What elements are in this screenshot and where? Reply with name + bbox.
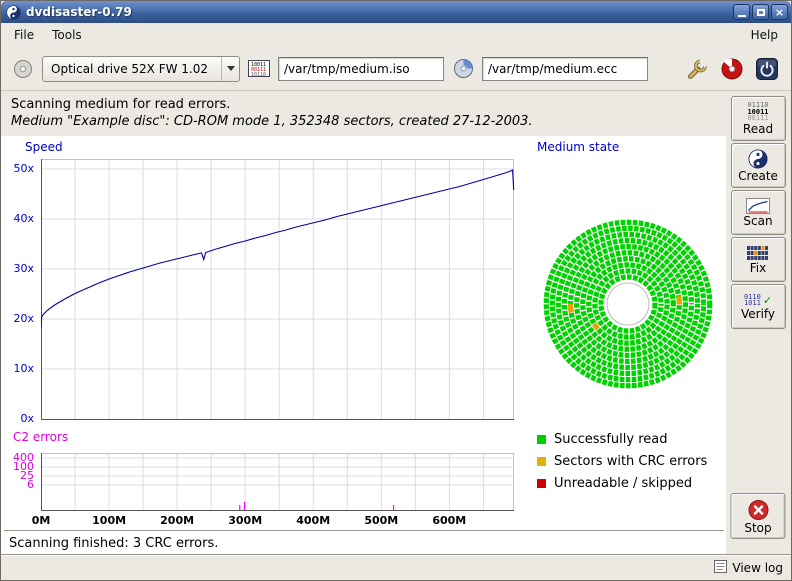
svg-text:10110: 10110: [251, 72, 266, 77]
legend: Successfully read Sectors with CRC errors…: [537, 428, 707, 494]
iso-file-icon: 10011 00111 10110: [247, 57, 271, 81]
speed-chart: [41, 159, 515, 421]
wrench-icon: [686, 58, 708, 80]
legend-item: Sectors with CRC errors: [537, 450, 707, 472]
speed-y-tick: 20x: [13, 313, 34, 325]
toolbar: Optical drive 52X FW 1.02 10011 00111 10…: [1, 47, 791, 91]
separator: [4, 530, 724, 532]
minimize-button[interactable]: [733, 4, 750, 20]
chart-panel: Speed Medium state C2 errors 50x 40x 30x 20…: [1, 136, 727, 554]
minimize-icon: [738, 15, 746, 17]
log-icon: [714, 560, 727, 576]
create-label: Create: [738, 170, 778, 182]
fix-button[interactable]: Fix: [731, 237, 786, 282]
read-label: Read: [743, 123, 773, 135]
menubar: File Tools Help: [1, 23, 791, 47]
legend-swatch: [537, 435, 546, 444]
scan-icon: [746, 198, 770, 214]
stop-icon: [747, 499, 769, 521]
ecc-file-icon: [451, 57, 475, 81]
scan-button[interactable]: Scan: [731, 190, 786, 235]
stop-button[interactable]: Stop: [731, 493, 786, 539]
iso-path-input[interactable]: [278, 57, 444, 81]
status-line2: Medium "Example disc": CD-ROM mode 1, 35…: [11, 113, 717, 130]
c2-errors-chart: [41, 453, 515, 512]
c2-y-axis: 400100256: [1, 453, 37, 512]
stop-label: Stop: [744, 522, 771, 534]
speed-chart-title: Speed: [25, 140, 63, 154]
app-window: dvdisaster-0.79 × File Tools Help Optica…: [0, 0, 792, 581]
speed-y-tick: 30x: [13, 263, 34, 275]
view-log-label: View log: [732, 561, 783, 575]
legend-item: Unreadable / skipped: [537, 472, 707, 494]
status-message-area: Scanning medium for read errors. Medium …: [1, 91, 727, 136]
legend-swatch: [537, 479, 546, 488]
speed-y-axis: 50x40x30x20x10x0x: [1, 159, 37, 421]
x-tick: 500M: [364, 514, 398, 527]
action-sidebar: 011101001100111Read Create Scan Fix 01101011…: [726, 91, 790, 554]
x-tick: 300M: [228, 514, 262, 527]
read-icon: 011101001100111: [747, 102, 768, 122]
app-icon: [6, 5, 21, 20]
preferences-button[interactable]: [683, 55, 711, 83]
power-icon: [755, 57, 779, 81]
view-log-button[interactable]: View log: [714, 560, 783, 576]
dvdisaster-logo-button[interactable]: [718, 55, 746, 83]
scan-label: Scan: [743, 215, 772, 227]
speed-y-tick: 10x: [13, 363, 34, 375]
c2-chart-title: C2 errors: [13, 430, 68, 444]
legend-item: Successfully read: [537, 428, 707, 450]
close-button[interactable]: ×: [771, 4, 788, 20]
statusbar: View log: [1, 554, 791, 580]
menu-file[interactable]: File: [5, 24, 43, 46]
x-axis: 0M100M200M300M400M500M600M: [41, 514, 515, 528]
read-button[interactable]: 011101001100111Read: [731, 96, 786, 141]
x-tick: 600M: [432, 514, 466, 527]
c2-y-tick: 6: [27, 479, 34, 491]
window-title: dvdisaster-0.79: [26, 5, 728, 19]
medium-state-title: Medium state: [537, 140, 619, 154]
x-tick: 100M: [92, 514, 126, 527]
x-tick: 200M: [160, 514, 194, 527]
menu-tools[interactable]: Tools: [43, 24, 91, 46]
chevron-down-icon: [221, 57, 239, 81]
red-disc-icon: [720, 57, 744, 81]
verify-icon: 01101011✓: [744, 294, 772, 307]
maximize-icon: [757, 9, 765, 16]
x-tick: 400M: [296, 514, 330, 527]
create-icon: [748, 149, 768, 169]
verify-label: Verify: [741, 308, 775, 320]
speed-y-tick: 40x: [13, 213, 34, 225]
legend-label: Unreadable / skipped: [554, 476, 692, 491]
legend-label: Sectors with CRC errors: [554, 454, 707, 469]
ecc-path-input[interactable]: [482, 57, 648, 81]
menu-help[interactable]: Help: [742, 24, 787, 46]
scan-result-text: Scanning finished: 3 CRC errors.: [9, 536, 218, 551]
legend-label: Successfully read: [554, 432, 667, 447]
drive-icon: [11, 57, 35, 81]
speed-y-tick: 0x: [20, 413, 34, 425]
x-tick: 0M: [32, 514, 51, 527]
drive-select-value: Optical drive 52X FW 1.02: [51, 62, 221, 76]
create-button[interactable]: Create: [731, 143, 786, 188]
speed-y-tick: 50x: [13, 163, 34, 175]
drive-select[interactable]: Optical drive 52X FW 1.02: [42, 56, 240, 82]
quit-button[interactable]: [753, 55, 781, 83]
titlebar[interactable]: dvdisaster-0.79 ×: [1, 1, 791, 23]
status-line1: Scanning medium for read errors.: [11, 96, 717, 113]
medium-state-disc: [540, 216, 716, 392]
content-panel: Scanning medium for read errors. Medium …: [1, 91, 727, 554]
fix-icon: [747, 246, 769, 261]
verify-button[interactable]: 01101011✓Verify: [731, 284, 786, 329]
fix-label: Fix: [750, 262, 766, 274]
legend-swatch: [537, 457, 546, 466]
maximize-button[interactable]: [752, 4, 769, 20]
